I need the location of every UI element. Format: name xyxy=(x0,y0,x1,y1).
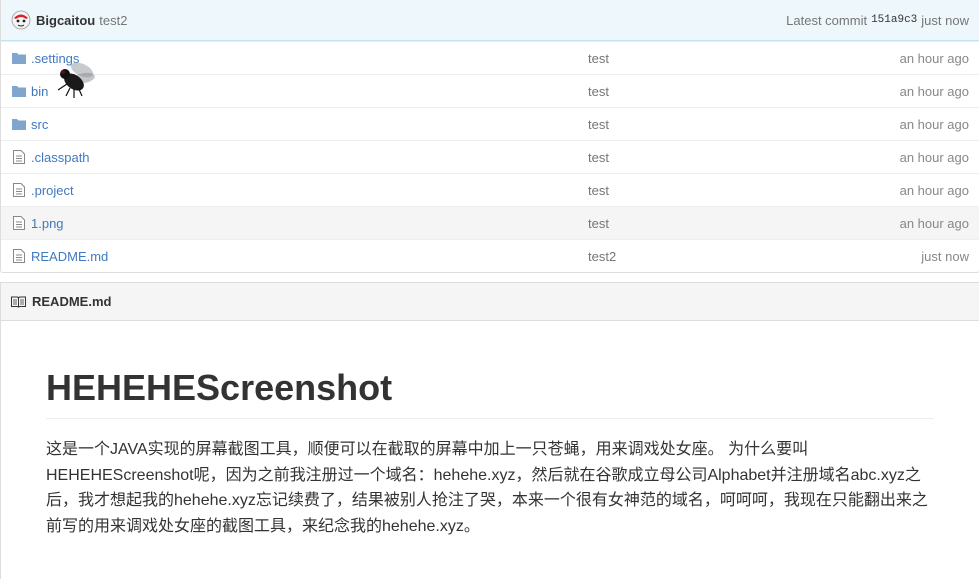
file-commit-message[interactable]: test2 xyxy=(588,249,921,264)
file-age: an hour ago xyxy=(899,215,969,231)
avatar[interactable] xyxy=(11,10,31,30)
file-commit-message[interactable]: test xyxy=(588,51,900,66)
file-age: an hour ago xyxy=(899,50,969,66)
file-row-bin[interactable]: bin test an hour ago xyxy=(1,74,979,107)
commit-author[interactable]: Bigcaitou xyxy=(36,13,95,28)
file-text-icon xyxy=(13,150,25,164)
file-age: an hour ago xyxy=(899,83,969,99)
file-commit-message[interactable]: test xyxy=(588,150,900,165)
file-row-classpath[interactable]: .classpath test an hour ago xyxy=(1,140,979,173)
readme-content: HEHEHEScreenshot 这是一个JAVA实现的屏幕截图工具，顺便可以在… xyxy=(1,321,979,539)
file-text-icon xyxy=(13,249,25,263)
file-age: just now xyxy=(921,248,969,264)
file-name-link[interactable]: 1.png xyxy=(31,216,588,231)
file-name-link[interactable]: bin xyxy=(31,84,588,99)
folder-icon xyxy=(12,53,26,64)
folder-icon xyxy=(12,119,26,130)
folder-icon xyxy=(12,86,26,97)
book-icon xyxy=(11,296,26,308)
file-commit-message[interactable]: test xyxy=(588,183,900,198)
commit-time: just now xyxy=(921,12,969,28)
file-row-project[interactable]: .project test an hour ago xyxy=(1,173,979,206)
file-name-link[interactable]: .project xyxy=(31,183,588,198)
readme-header: README.md xyxy=(1,283,979,321)
file-commit-message[interactable]: test xyxy=(588,84,900,99)
file-text-icon xyxy=(13,216,25,230)
file-age: an hour ago xyxy=(899,149,969,165)
file-text-icon xyxy=(13,183,25,197)
file-row-settings[interactable]: .settings test an hour ago xyxy=(1,41,979,74)
file-row-readme[interactable]: README.md test2 just now xyxy=(1,239,979,272)
file-commit-message[interactable]: test xyxy=(588,216,900,231)
file-age: an hour ago xyxy=(899,182,969,198)
latest-commit-label: Latest commit xyxy=(786,12,868,28)
file-name-link[interactable]: src xyxy=(31,117,588,132)
readme-paragraph: 这是一个JAVA实现的屏幕截图工具，顺便可以在截取的屏幕中加上一只苍蝇，用来调戏… xyxy=(46,441,928,535)
commit-message[interactable]: test2 xyxy=(99,13,127,28)
commit-sha[interactable]: 151a9c3 xyxy=(871,14,917,26)
file-name-link[interactable]: .classpath xyxy=(31,150,588,165)
file-name-link[interactable]: README.md xyxy=(31,249,588,264)
latest-commit-info: Latest commit 151a9c3 just now xyxy=(786,13,969,28)
file-commit-message[interactable]: test xyxy=(588,117,900,132)
file-browser: Bigcaitou test2 Latest commit 151a9c3 ju… xyxy=(0,0,979,273)
file-row-png[interactable]: 1.png test an hour ago xyxy=(1,206,979,239)
file-age: an hour ago xyxy=(899,116,969,132)
file-row-src[interactable]: src test an hour ago xyxy=(1,107,979,140)
file-name-link[interactable]: .settings xyxy=(31,51,588,66)
readme-heading: HEHEHEScreenshot xyxy=(46,366,934,419)
latest-commit-bar: Bigcaitou test2 Latest commit 151a9c3 ju… xyxy=(1,0,979,41)
readme-filename: README.md xyxy=(32,294,112,309)
readme-panel: README.md HEHEHEScreenshot 这是一个JAVA实现的屏幕… xyxy=(0,282,979,579)
